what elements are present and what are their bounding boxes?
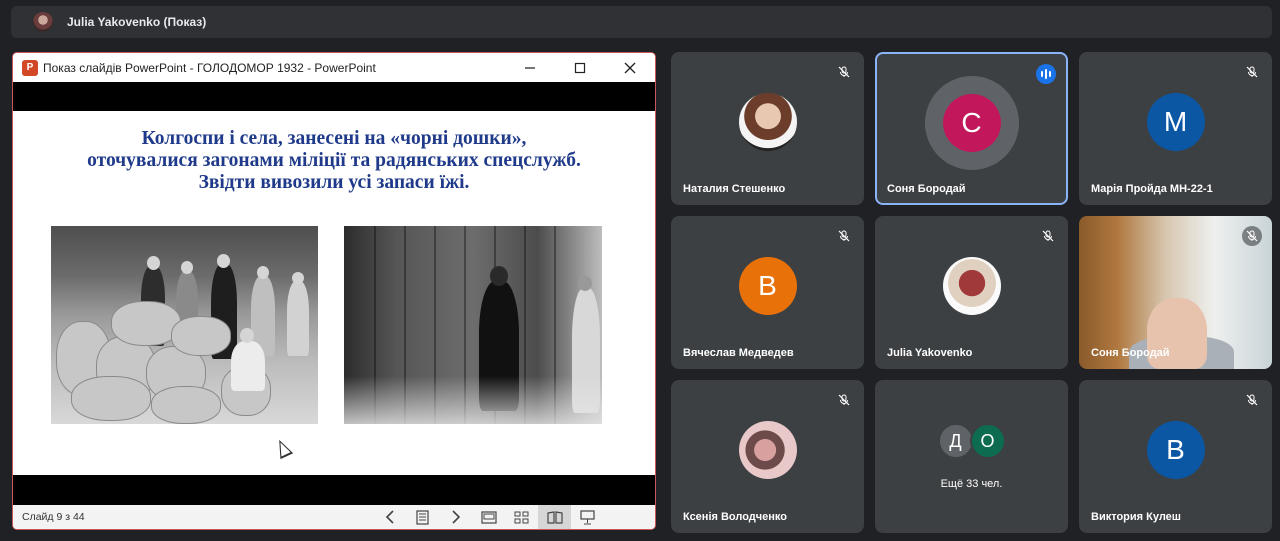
avatar — [942, 257, 1001, 316]
mic-off-icon — [1242, 390, 1262, 410]
more-participants-avatars: Д О — [937, 423, 1006, 459]
slide-notes-button[interactable] — [406, 505, 439, 529]
participant-tile[interactable]: В Вячеслав Медведев — [671, 216, 864, 369]
mic-off-icon — [834, 226, 854, 246]
avatar — [738, 421, 797, 480]
powerpoint-icon: P — [22, 59, 38, 76]
mic-off-icon — [834, 390, 854, 410]
slide-sorter-button[interactable] — [505, 505, 538, 529]
slide[interactable]: Колгоспи і села, занесені на «чорні дошк… — [13, 111, 655, 475]
slideshow-statusbar: Слайд 9 з 44 — [13, 505, 655, 529]
slide-heading-line: оточувалися загонами міліції та радянськ… — [87, 150, 581, 171]
close-icon — [624, 62, 636, 73]
window-title: Показ слайдів PowerPoint - ГОЛОДОМОР 193… — [43, 60, 376, 75]
presenter-title: Julia Yakovenko (Показ) — [67, 15, 207, 29]
speaking-indicator-icon — [1036, 64, 1056, 84]
maximize-button[interactable] — [555, 53, 605, 82]
presenter-avatar — [33, 12, 53, 32]
slide-viewport[interactable]: Колгоспи і села, занесені на «чорні дошк… — [13, 82, 655, 506]
avatar: О — [969, 423, 1006, 459]
previous-slide-button[interactable] — [373, 505, 406, 529]
window-controls — [505, 53, 655, 82]
participant-name: Вячеслав Медведев — [683, 347, 794, 359]
participant-video-tile[interactable]: Соня Бородай — [1079, 216, 1272, 369]
normal-view-button[interactable] — [472, 505, 505, 529]
participant-name: Ксенія Володченко — [683, 511, 787, 523]
slide-heading-line: Звідти вивозили усі запаси їжі. — [198, 172, 470, 193]
slide-heading: Колгоспи і села, занесені на «чорні дошк… — [13, 128, 655, 194]
next-slide-button[interactable] — [439, 505, 472, 529]
participant-name: Виктория Кулеш — [1091, 511, 1181, 523]
minimize-icon — [525, 66, 535, 69]
participant-tile[interactable]: Julia Yakovenko — [875, 216, 1068, 369]
slideshow-controls — [373, 505, 604, 529]
slide-counter: Слайд 9 з 44 — [22, 511, 85, 523]
presenter-bar: Julia Yakovenko (Показ) — [11, 6, 1272, 38]
participant-name: Соня Бородай — [1091, 347, 1170, 359]
mic-off-icon — [1038, 226, 1058, 246]
maximize-icon — [574, 62, 586, 73]
mic-off-icon — [834, 62, 854, 82]
book-icon — [546, 510, 563, 524]
avatar: В — [738, 257, 797, 316]
avatar — [738, 93, 797, 152]
meeting-screen: Julia Yakovenko (Показ) P Показ слайдів … — [0, 0, 1280, 541]
slide-photo-sacks — [51, 226, 318, 424]
participant-name: Julia Yakovenko — [887, 347, 973, 359]
mic-off-icon — [1242, 226, 1262, 246]
participant-tile[interactable]: Наталия Стешенко — [671, 52, 864, 205]
minimize-button[interactable] — [505, 53, 555, 82]
normal-view-icon — [480, 510, 497, 524]
slide-photo-guard — [344, 226, 602, 424]
close-button[interactable] — [605, 53, 655, 82]
presentation-icon — [580, 509, 595, 524]
participant-tile-active-speaker[interactable]: С Соня Бородай — [875, 52, 1068, 205]
window-titlebar[interactable]: P Показ слайдів PowerPoint - ГОЛОДОМОР 1… — [13, 53, 655, 82]
mic-off-icon — [1242, 62, 1262, 82]
presentation-window[interactable]: P Показ слайдів PowerPoint - ГОЛОДОМОР 1… — [12, 52, 656, 530]
participant-name: Соня Бородай — [887, 183, 966, 195]
slideshow-view-button[interactable] — [571, 505, 604, 529]
avatar: Д — [937, 423, 974, 459]
chevron-right-icon — [451, 510, 460, 524]
avatar: С — [942, 93, 1001, 152]
participant-tile[interactable]: В Виктория Кулеш — [1079, 380, 1272, 533]
participant-tile[interactable]: Ксенія Володченко — [671, 380, 864, 533]
more-participants-tile[interactable]: Д О Ещё 33 чел. — [875, 380, 1068, 533]
grid-icon — [514, 511, 529, 523]
avatar: М — [1146, 93, 1205, 152]
avatar: В — [1146, 421, 1205, 480]
reading-view-button[interactable] — [538, 505, 571, 529]
more-participants-label: Ещё 33 чел. — [940, 478, 1003, 490]
notes-icon — [416, 509, 429, 525]
participant-name: Марія Пройда МН-22-1 — [1091, 183, 1213, 195]
participant-name: Наталия Стешенко — [683, 183, 786, 195]
slide-heading-line: Колгоспи і села, занесені на «чорні дошк… — [141, 128, 527, 149]
participant-tile[interactable]: М Марія Пройда МН-22-1 — [1079, 52, 1272, 205]
chevron-left-icon — [385, 510, 394, 524]
